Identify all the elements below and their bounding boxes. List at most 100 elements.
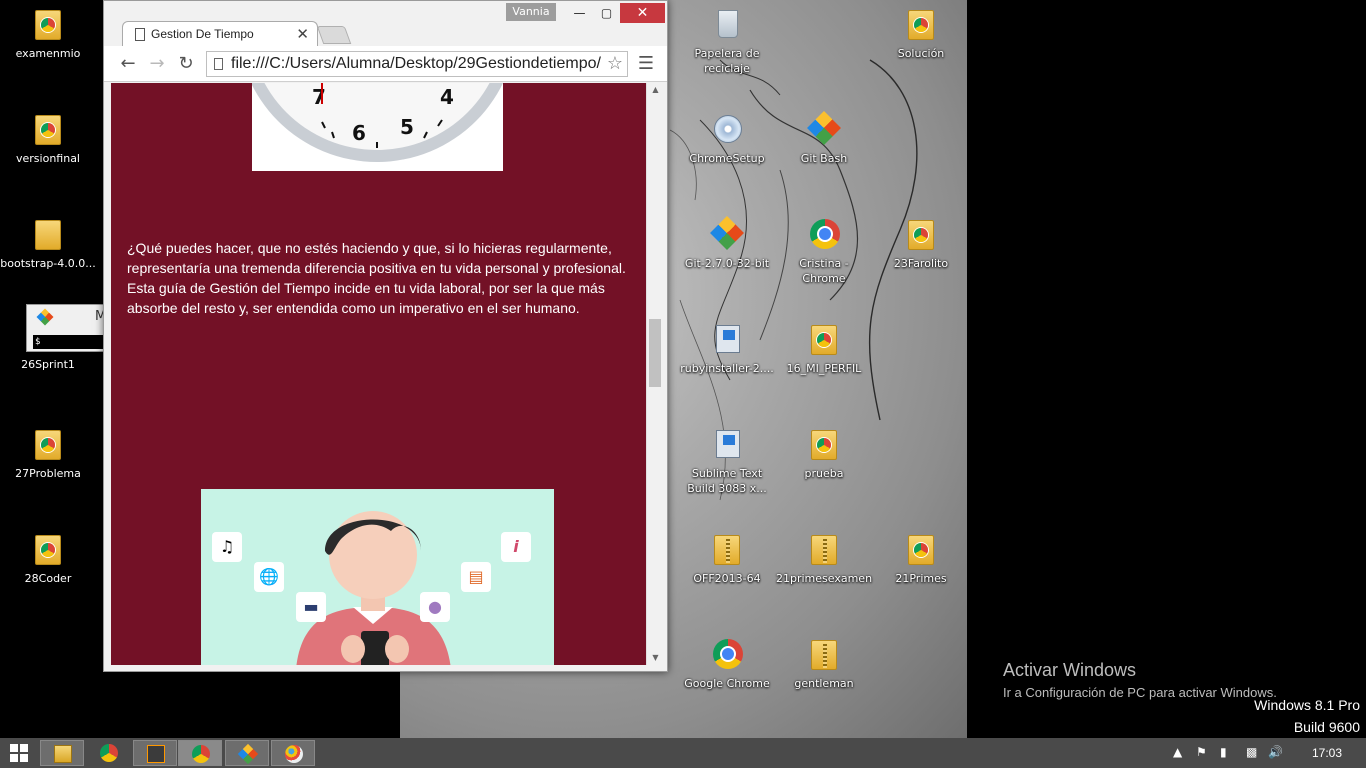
chrome-folder-icon <box>35 535 61 565</box>
desktop-icon-26sprint1[interactable]: 26Sprint1 <box>0 357 96 372</box>
chrome-folder-icon <box>35 115 61 145</box>
desktop-icon-versionfinal[interactable]: versionfinal <box>0 111 96 166</box>
battery-icon[interactable]: ▮ <box>1220 745 1227 759</box>
url-input[interactable] <box>231 52 601 76</box>
desktop-icon-label: 21primesexamen <box>776 572 873 585</box>
desktop-icon-label: gentleman <box>794 677 854 690</box>
scroll-up-arrow-icon[interactable]: ▲ <box>647 83 664 97</box>
close-window-button[interactable]: ✕ <box>620 3 665 23</box>
desktop-icon-google-chrome[interactable]: Google Chrome <box>679 636 775 691</box>
desktop-icon-git-installer[interactable]: Git-2.7.0-32-bit <box>679 216 775 271</box>
chrome-folder-icon <box>811 325 837 355</box>
installer-icon <box>716 430 740 458</box>
chrome-profile-icon <box>192 745 210 763</box>
vertical-scrollbar[interactable]: ▲ ▼ <box>646 83 663 665</box>
chrome-icon <box>810 219 840 249</box>
desktop-icon-solucion[interactable]: Solución <box>873 6 969 61</box>
cart-icon: ▤ <box>461 562 491 592</box>
recycle-bin-icon <box>718 10 738 38</box>
intro-paragraph: ¿Qué puedes hacer, que no estés haciendo… <box>127 240 626 316</box>
music-note-icon: ♫ <box>212 532 242 562</box>
tab-gestion-de-tiempo[interactable]: Gestion De Tiempo ✕ <box>122 21 318 47</box>
desktop-icon-cristina-chrome[interactable]: Cristina - Chrome <box>776 216 872 286</box>
desktop-icon-chromesetup[interactable]: ChromeSetup <box>679 111 775 166</box>
desktop-icon-21primesexamen[interactable]: 21primesexamen <box>776 531 872 586</box>
git-icon <box>36 308 54 326</box>
network-icon[interactable]: ▩ <box>1246 745 1257 759</box>
show-hidden-icons-icon[interactable]: ▲ <box>1173 745 1182 759</box>
taskbar-chrome-profile[interactable] <box>178 740 222 766</box>
taskbar-chrome[interactable] <box>87 740 131 766</box>
paint-icon <box>285 745 303 763</box>
windows-version: Windows 8.1 Pro Build 9600 <box>1254 694 1360 738</box>
desktop-icon-label: 23Farolito <box>893 257 949 270</box>
person-with-phone-illustration: ♫ 🌐 ▬ i ▤ ● <box>201 489 554 665</box>
desktop-icon-rubyinstaller[interactable]: rubyinstaller-2.... <box>679 321 775 376</box>
clock-image: 4 5 6 7 <box>252 83 503 171</box>
desktop-icon-bootstrap[interactable]: bootstrap-4.0.0... <box>0 216 96 271</box>
browser-toolbar: ← → ↻ ☆ ☰ <box>104 46 667 82</box>
desktop-icon-gentleman[interactable]: gentleman <box>776 636 872 691</box>
clock-number: 7 <box>312 85 326 109</box>
maximize-button[interactable]: ▢ <box>593 3 620 23</box>
desktop-icon-27problema[interactable]: 27Problema <box>0 426 96 481</box>
globe-icon: 🌐 <box>254 562 284 592</box>
activation-heading: Activar Windows <box>1003 660 1137 680</box>
new-tab-button[interactable] <box>316 26 352 44</box>
file-explorer-icon <box>54 745 72 763</box>
git-icon <box>807 111 841 145</box>
cd-icon <box>714 115 742 143</box>
folder-icon <box>35 220 61 250</box>
chrome-window[interactable]: Vannia — ▢ ✕ Gestion De Tiempo ✕ ← → ↻ ☆… <box>103 0 668 672</box>
desktop-icon-label: Cristina - Chrome <box>799 257 849 285</box>
desktop-icon-21primes[interactable]: 21Primes <box>873 531 969 586</box>
scrollbar-thumb[interactable] <box>649 319 661 387</box>
tab-title: Gestion De Tiempo <box>151 27 254 41</box>
activation-subtext: Ir a Configuración de PC para activar Wi… <box>1003 685 1277 700</box>
window-titlebar[interactable]: Vannia — ▢ ✕ Gestion De Tiempo ✕ <box>104 1 667 47</box>
desktop-icon-recycle-bin[interactable]: Papelera de reciclaje <box>679 6 775 76</box>
desktop-icon-label: bootstrap-4.0.0... <box>0 257 96 270</box>
chrome-folder-icon <box>908 10 934 40</box>
back-button[interactable]: ← <box>116 52 140 76</box>
desktop-icon-label: Git Bash <box>800 152 848 165</box>
windows-build-line: Build 9600 <box>1293 719 1360 735</box>
taskbar-sublime-text[interactable] <box>133 740 177 766</box>
chrome-icon <box>100 744 118 762</box>
desktop-icon-examenmio[interactable]: examenmio <box>0 6 96 61</box>
taskbar-file-explorer[interactable] <box>40 740 84 766</box>
desktop-icon-16-mi-perfil[interactable]: 16_MI_PERFIL <box>776 321 872 376</box>
clock-number: 4 <box>440 85 454 109</box>
desktop-icon-sublime-installer[interactable]: Sublime Text Build 3083 x... <box>679 426 775 496</box>
taskbar-git-bash[interactable] <box>225 740 269 766</box>
desktop-icon-label: Google Chrome <box>684 677 770 690</box>
chrome-folder-icon <box>811 430 837 460</box>
taskbar-paint[interactable] <box>271 740 315 766</box>
close-tab-icon[interactable]: ✕ <box>296 25 309 43</box>
desktop-icon-git-bash[interactable]: Git Bash <box>776 111 872 166</box>
start-button[interactable] <box>10 744 28 762</box>
profile-badge[interactable]: Vannia <box>506 3 556 21</box>
bookmark-star-icon[interactable]: ☆ <box>607 53 623 74</box>
desktop-icon-prueba[interactable]: prueba <box>776 426 872 481</box>
desktop-icon-label: examenmio <box>15 47 81 60</box>
desktop-icon-label: Solución <box>897 47 945 60</box>
desktop-icon-label: OFF2013-64 <box>693 572 761 585</box>
minimize-button[interactable]: — <box>566 3 593 23</box>
volume-icon[interactable]: 🔊 <box>1268 745 1283 759</box>
desktop-icon-label: rubyinstaller-2.... <box>680 362 774 375</box>
desktop-icon-23farolito[interactable]: 23Farolito <box>873 216 969 271</box>
git-bash-window-thumbnail[interactable]: M $ <box>26 304 106 352</box>
desktop-icon-label: 21Primes <box>895 572 947 585</box>
chrome-icon <box>713 639 743 669</box>
forward-button[interactable]: → <box>145 52 169 76</box>
action-center-flag-icon[interactable]: ⚑ <box>1196 745 1207 759</box>
chrome-menu-icon[interactable]: ☰ <box>634 52 658 76</box>
desktop-icon-label: 27Problema <box>15 467 81 480</box>
address-bar[interactable]: ☆ <box>206 51 628 77</box>
scroll-down-arrow-icon[interactable]: ▼ <box>647 651 664 665</box>
desktop-icon-28coder[interactable]: 28Coder <box>0 531 96 586</box>
reload-button[interactable]: ↻ <box>174 52 198 76</box>
desktop-icon-off2013[interactable]: OFF2013-64 <box>679 531 775 586</box>
taskbar-clock[interactable]: 17:03 <box>1312 746 1342 760</box>
